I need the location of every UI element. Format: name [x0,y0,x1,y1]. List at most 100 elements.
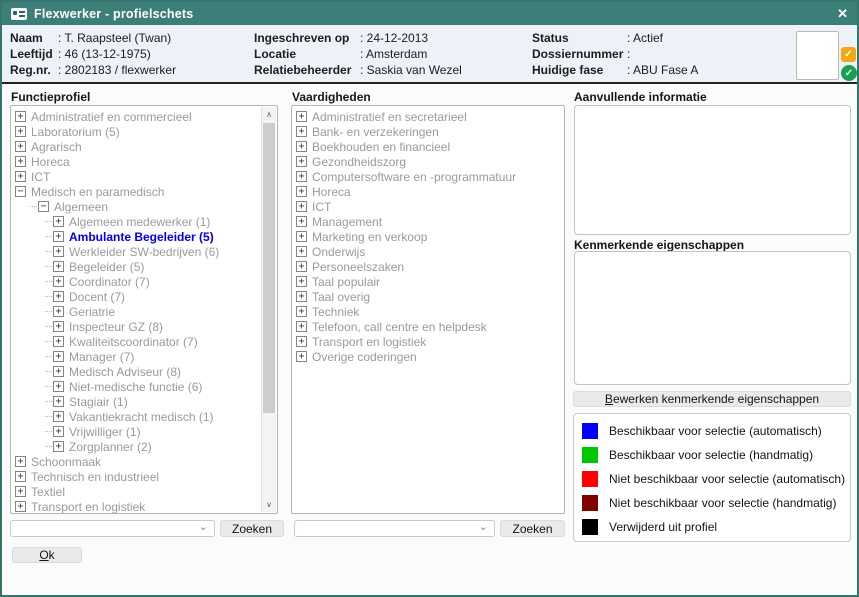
tree-item-label[interactable]: Management [312,215,382,229]
tree-item[interactable]: −Medisch en paramedisch [14,184,260,199]
expand-toggle-icon[interactable]: + [296,321,307,332]
tree-item[interactable]: +Administratief en secretarieel [295,109,562,124]
tree-item[interactable]: + Marketing en verkoop [295,229,562,244]
tree-item[interactable]: +Vakantiekracht medisch (1) [14,409,260,424]
expand-toggle-icon[interactable]: + [296,186,307,197]
ok-button[interactable]: Ok [12,547,82,563]
expand-toggle-icon[interactable]: + [296,216,307,227]
tree-item[interactable]: + ICT [295,199,562,214]
tree-item-label[interactable]: Algemeen [54,200,108,214]
expand-toggle-icon[interactable]: + [53,396,64,407]
expand-toggle-icon[interactable]: + [53,441,64,452]
tree-item-label[interactable]: Taal overig [312,290,370,304]
tree-item-label[interactable]: Horeca [312,185,351,199]
tree-item[interactable]: + Horeca [14,154,260,169]
tree-item[interactable]: + Overige coderingen [295,349,562,364]
tree-item[interactable]: +Stagiair (1) [14,394,260,409]
expand-toggle-icon[interactable]: + [53,231,64,242]
expand-toggle-icon[interactable]: + [296,351,307,362]
tree-item-label[interactable]: Boekhouden en financieel [312,140,450,154]
expand-toggle-icon[interactable]: + [296,231,307,242]
tree-item-label[interactable]: ICT [312,200,331,214]
expand-toggle-icon[interactable]: + [53,426,64,437]
expand-toggle-icon[interactable]: + [15,456,26,467]
tree-item[interactable]: +Transport en logistiek [295,334,562,349]
expand-toggle-icon[interactable]: + [296,126,307,137]
expand-toggle-icon[interactable]: + [53,261,64,272]
tree-item[interactable]: + Management [295,214,562,229]
tree-item[interactable]: −Algemeen [14,199,260,214]
tree-item[interactable]: + Schoonmaak [14,454,260,469]
tree-item[interactable]: + Geriatrie [14,304,260,319]
vaardigheden-search-combobox[interactable]: ⌄ [294,520,495,537]
tree-item[interactable]: + Onderwijs [295,244,562,259]
expand-toggle-icon[interactable]: + [53,216,64,227]
scroll-down-icon[interactable]: ∨ [262,497,276,512]
expand-toggle-icon[interactable]: + [15,171,26,182]
tree-item[interactable]: +Personeelszaken [295,259,562,274]
expand-toggle-icon[interactable]: + [53,246,64,257]
expand-toggle-icon[interactable]: + [15,501,26,512]
functieprofiel-search-combobox[interactable]: ⌄ [10,520,215,537]
tree-item[interactable]: +Bank- en verzekeringen [295,124,562,139]
tree-item-label[interactable]: Agrarisch [31,140,82,154]
expand-toggle-icon[interactable]: + [53,321,64,332]
tree-item-label[interactable]: Laboratorium (5) [31,125,120,139]
tree-item-label[interactable]: Textiel [31,485,65,499]
expand-toggle-icon[interactable]: + [296,156,307,167]
expand-toggle-icon[interactable]: + [296,336,307,347]
tree-item-label[interactable]: Taal populair [312,275,380,289]
expand-toggle-icon[interactable]: + [296,201,307,212]
bewerken-kenmerkende-eigenschappen-button[interactable]: Bewerken kenmerkende eigenschappen [573,391,851,407]
expand-toggle-icon[interactable]: + [15,471,26,482]
tree-item-label[interactable]: Coordinator (7) [69,275,150,289]
tree-item[interactable]: +Telefoon, call centre en helpdesk [295,319,562,334]
tree-item[interactable]: +Gezondheidszorg [295,154,562,169]
tree-item-label[interactable]: Vakantiekracht medisch (1) [69,410,214,424]
tree-item-label[interactable]: Techniek [312,305,359,319]
tree-item-label[interactable]: Geriatrie [69,305,115,319]
expand-toggle-icon[interactable]: + [15,156,26,167]
tree-item-label[interactable]: Ambulante Begeleider (5) [69,230,214,244]
tree-item[interactable]: +Docent (7) [14,289,260,304]
tree-item-label[interactable]: Schoonmaak [31,455,101,469]
functieprofiel-zoeken-button[interactable]: Zoeken [220,520,284,537]
tree-item[interactable]: +Techniek [295,304,562,319]
tree-item[interactable]: + Werkleider SW-bedrijven (6) [14,244,260,259]
tree-item[interactable]: + Niet-medische functie (6) [14,379,260,394]
tree-item[interactable]: +Vrijwilliger (1) [14,424,260,439]
tree-item-label[interactable]: Manager (7) [69,350,134,364]
aanvullende-informatie-textarea[interactable] [574,105,851,235]
tree-item[interactable]: +Textiel [14,484,260,499]
kenmerkende-eigenschappen-textarea[interactable] [574,251,851,385]
tree-item-label[interactable]: Horeca [31,155,70,169]
tree-item-label[interactable]: Werkleider SW-bedrijven (6) [69,245,219,259]
collapse-toggle-icon[interactable]: − [38,201,49,212]
expand-toggle-icon[interactable]: + [296,291,307,302]
expand-toggle-icon[interactable]: + [296,246,307,257]
expand-toggle-icon[interactable]: + [53,291,64,302]
expand-toggle-icon[interactable]: + [53,381,64,392]
tree-item[interactable]: +ICT [14,169,260,184]
tree-item[interactable]: +Coordinator (7) [14,274,260,289]
expand-toggle-icon[interactable]: + [296,141,307,152]
tree-item-label[interactable]: Niet-medische functie (6) [69,380,202,394]
tree-item-label[interactable]: Transport en logistiek [31,500,145,514]
close-icon[interactable]: ✕ [837,7,848,20]
functieprofiel-scrollbar[interactable]: ∧ ∨ [261,107,276,512]
tree-item[interactable]: + Horeca [295,184,562,199]
tree-item[interactable]: +Algemeen medewerker (1) [14,214,260,229]
collapse-toggle-icon[interactable]: − [15,186,26,197]
tree-item[interactable]: +Technisch en industrieel [14,469,260,484]
tree-item[interactable]: +Manager (7) [14,349,260,364]
tree-item-label[interactable]: Onderwijs [312,245,365,259]
tree-item-label[interactable]: Medisch en paramedisch [31,185,164,199]
expand-toggle-icon[interactable]: + [15,141,26,152]
tree-item-label[interactable]: Marketing en verkoop [312,230,427,244]
tree-item[interactable]: +Inspecteur GZ (8) [14,319,260,334]
tree-item[interactable]: +Laboratorium (5) [14,124,260,139]
tree-item[interactable]: + Transport en logistiek [14,499,260,514]
tree-item-label[interactable]: Overige coderingen [312,350,417,364]
expand-toggle-icon[interactable]: + [53,306,64,317]
tree-item-label[interactable]: Administratief en commercieel [31,110,192,124]
